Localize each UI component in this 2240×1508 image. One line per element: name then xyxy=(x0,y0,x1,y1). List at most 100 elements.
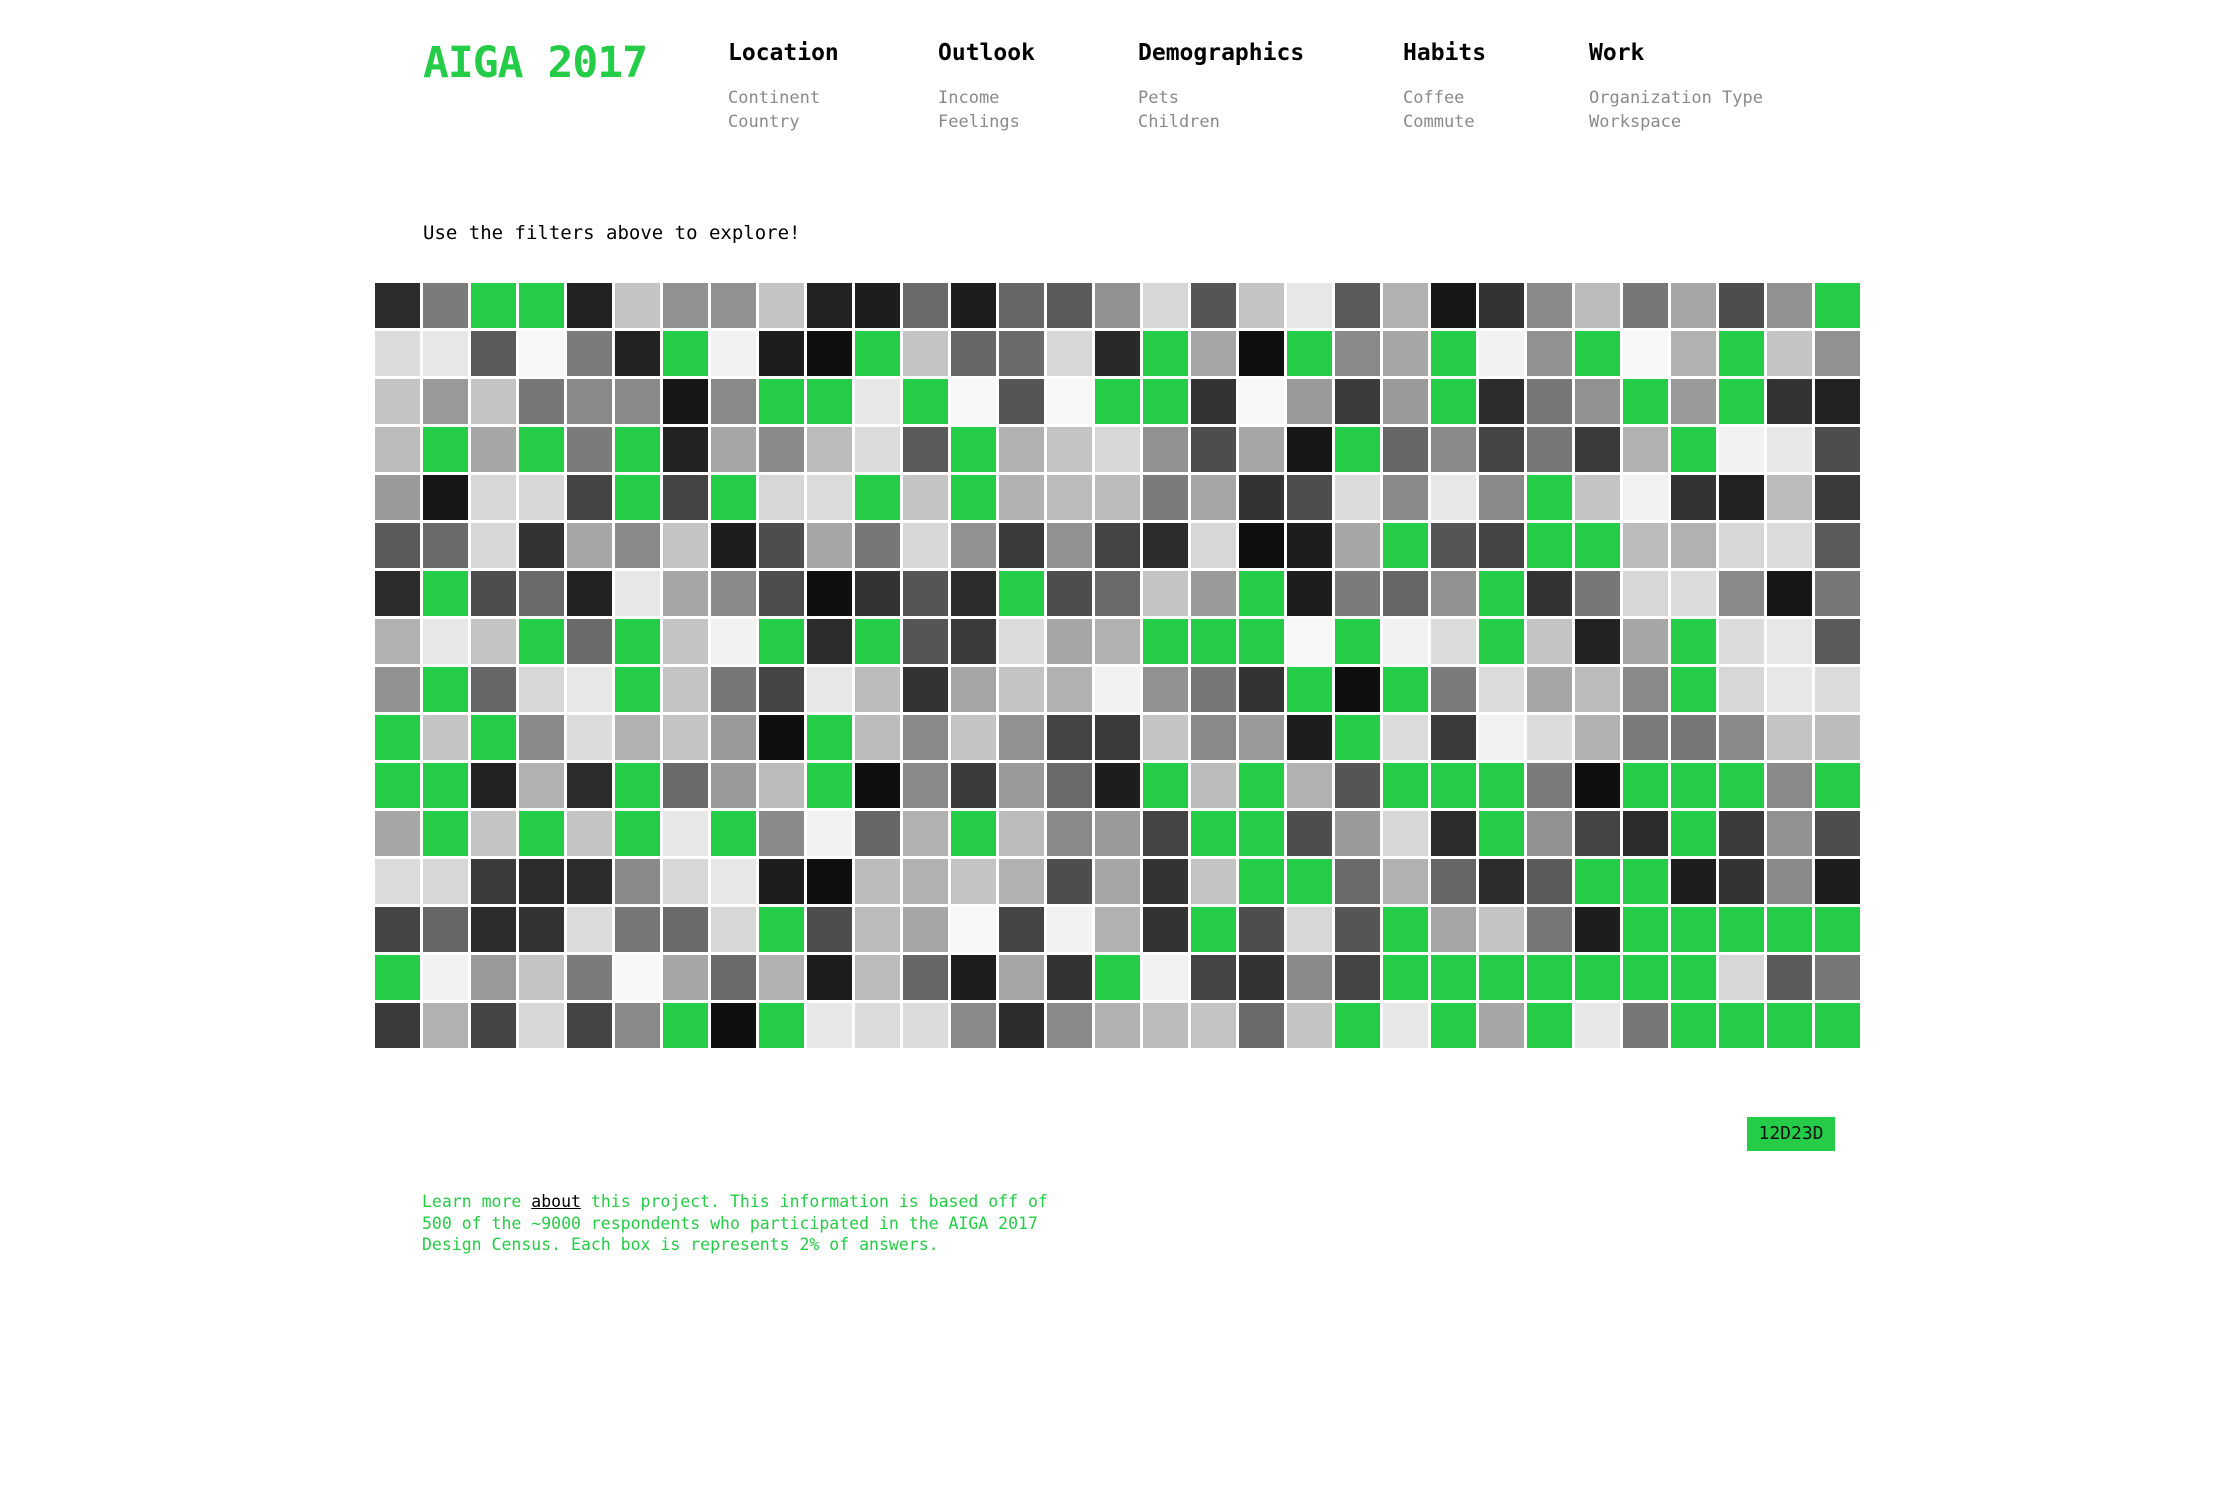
grid-cell[interactable] xyxy=(807,283,852,328)
grid-cell[interactable] xyxy=(855,763,900,808)
nav-title-habits[interactable]: Habits xyxy=(1403,40,1486,66)
grid-cell[interactable] xyxy=(1719,475,1764,520)
grid-cell[interactable] xyxy=(1527,667,1572,712)
grid-cell[interactable] xyxy=(1383,715,1428,760)
grid-cell[interactable] xyxy=(1479,523,1524,568)
filter-coffee[interactable]: Coffee xyxy=(1403,86,1486,110)
grid-cell[interactable] xyxy=(567,331,612,376)
grid-cell[interactable] xyxy=(1287,619,1332,664)
grid-cell[interactable] xyxy=(759,475,804,520)
grid-cell[interactable] xyxy=(903,283,948,328)
grid-cell[interactable] xyxy=(471,427,516,472)
grid-cell[interactable] xyxy=(1671,667,1716,712)
grid-cell[interactable] xyxy=(951,619,996,664)
grid-cell[interactable] xyxy=(1143,763,1188,808)
grid-cell[interactable] xyxy=(711,859,756,904)
filter-income[interactable]: Income xyxy=(938,86,1035,110)
grid-cell[interactable] xyxy=(1335,955,1380,1000)
grid-cell[interactable] xyxy=(1047,763,1092,808)
grid-cell[interactable] xyxy=(759,811,804,856)
grid-cell[interactable] xyxy=(1047,331,1092,376)
grid-cell[interactable] xyxy=(1527,475,1572,520)
grid-cell[interactable] xyxy=(1671,811,1716,856)
grid-cell[interactable] xyxy=(1335,523,1380,568)
grid-cell[interactable] xyxy=(1143,379,1188,424)
grid-cell[interactable] xyxy=(855,523,900,568)
grid-cell[interactable] xyxy=(1047,571,1092,616)
grid-cell[interactable] xyxy=(1767,571,1812,616)
grid-cell[interactable] xyxy=(1815,283,1860,328)
grid-cell[interactable] xyxy=(1143,619,1188,664)
grid-cell[interactable] xyxy=(807,907,852,952)
grid-cell[interactable] xyxy=(1287,571,1332,616)
grid-cell[interactable] xyxy=(1239,427,1284,472)
grid-cell[interactable] xyxy=(1095,619,1140,664)
grid-cell[interactable] xyxy=(807,667,852,712)
grid-cell[interactable] xyxy=(951,427,996,472)
grid-cell[interactable] xyxy=(375,955,420,1000)
grid-cell[interactable] xyxy=(1335,667,1380,712)
grid-cell[interactable] xyxy=(1239,523,1284,568)
grid-cell[interactable] xyxy=(1815,715,1860,760)
grid-cell[interactable] xyxy=(711,619,756,664)
grid-cell[interactable] xyxy=(1095,379,1140,424)
grid-cell[interactable] xyxy=(375,715,420,760)
grid-cell[interactable] xyxy=(1143,811,1188,856)
grid-cell[interactable] xyxy=(759,523,804,568)
grid-cell[interactable] xyxy=(1623,523,1668,568)
grid-cell[interactable] xyxy=(1383,907,1428,952)
grid-cell[interactable] xyxy=(615,523,660,568)
filter-commute[interactable]: Commute xyxy=(1403,110,1486,134)
grid-cell[interactable] xyxy=(1431,379,1476,424)
grid-cell[interactable] xyxy=(1527,427,1572,472)
grid-cell[interactable] xyxy=(1191,427,1236,472)
grid-cell[interactable] xyxy=(1479,379,1524,424)
grid-cell[interactable] xyxy=(1143,331,1188,376)
grid-cell[interactable] xyxy=(1719,907,1764,952)
grid-cell[interactable] xyxy=(1623,955,1668,1000)
grid-cell[interactable] xyxy=(1719,667,1764,712)
grid-cell[interactable] xyxy=(1527,907,1572,952)
grid-cell[interactable] xyxy=(1719,523,1764,568)
grid-cell[interactable] xyxy=(855,1003,900,1048)
filter-pets[interactable]: Pets xyxy=(1138,86,1304,110)
grid-cell[interactable] xyxy=(423,1003,468,1048)
grid-cell[interactable] xyxy=(1047,667,1092,712)
grid-cell[interactable] xyxy=(1671,715,1716,760)
grid-cell[interactable] xyxy=(1383,523,1428,568)
grid-cell[interactable] xyxy=(1623,331,1668,376)
grid-cell[interactable] xyxy=(1431,667,1476,712)
filter-feelings[interactable]: Feelings xyxy=(938,110,1035,134)
grid-cell[interactable] xyxy=(1767,523,1812,568)
grid-cell[interactable] xyxy=(1815,331,1860,376)
grid-cell[interactable] xyxy=(519,475,564,520)
grid-cell[interactable] xyxy=(999,379,1044,424)
grid-cell[interactable] xyxy=(951,907,996,952)
grid-cell[interactable] xyxy=(1383,1003,1428,1048)
grid-cell[interactable] xyxy=(423,571,468,616)
grid-cell[interactable] xyxy=(615,331,660,376)
grid-cell[interactable] xyxy=(1143,859,1188,904)
grid-cell[interactable] xyxy=(1479,715,1524,760)
grid-cell[interactable] xyxy=(471,763,516,808)
grid-cell[interactable] xyxy=(1767,619,1812,664)
grid-cell[interactable] xyxy=(1623,811,1668,856)
grid-cell[interactable] xyxy=(1335,379,1380,424)
grid-cell[interactable] xyxy=(1623,763,1668,808)
grid-cell[interactable] xyxy=(1335,619,1380,664)
grid-cell[interactable] xyxy=(519,955,564,1000)
grid-cell[interactable] xyxy=(471,667,516,712)
grid-cell[interactable] xyxy=(375,475,420,520)
grid-cell[interactable] xyxy=(951,523,996,568)
grid-cell[interactable] xyxy=(1431,523,1476,568)
grid-cell[interactable] xyxy=(1431,619,1476,664)
grid-cell[interactable] xyxy=(1527,811,1572,856)
grid-cell[interactable] xyxy=(1479,619,1524,664)
grid-cell[interactable] xyxy=(1239,811,1284,856)
grid-cell[interactable] xyxy=(1527,619,1572,664)
grid-cell[interactable] xyxy=(1239,667,1284,712)
grid-cell[interactable] xyxy=(423,619,468,664)
grid-cell[interactable] xyxy=(615,715,660,760)
grid-cell[interactable] xyxy=(375,379,420,424)
grid-cell[interactable] xyxy=(1431,955,1476,1000)
